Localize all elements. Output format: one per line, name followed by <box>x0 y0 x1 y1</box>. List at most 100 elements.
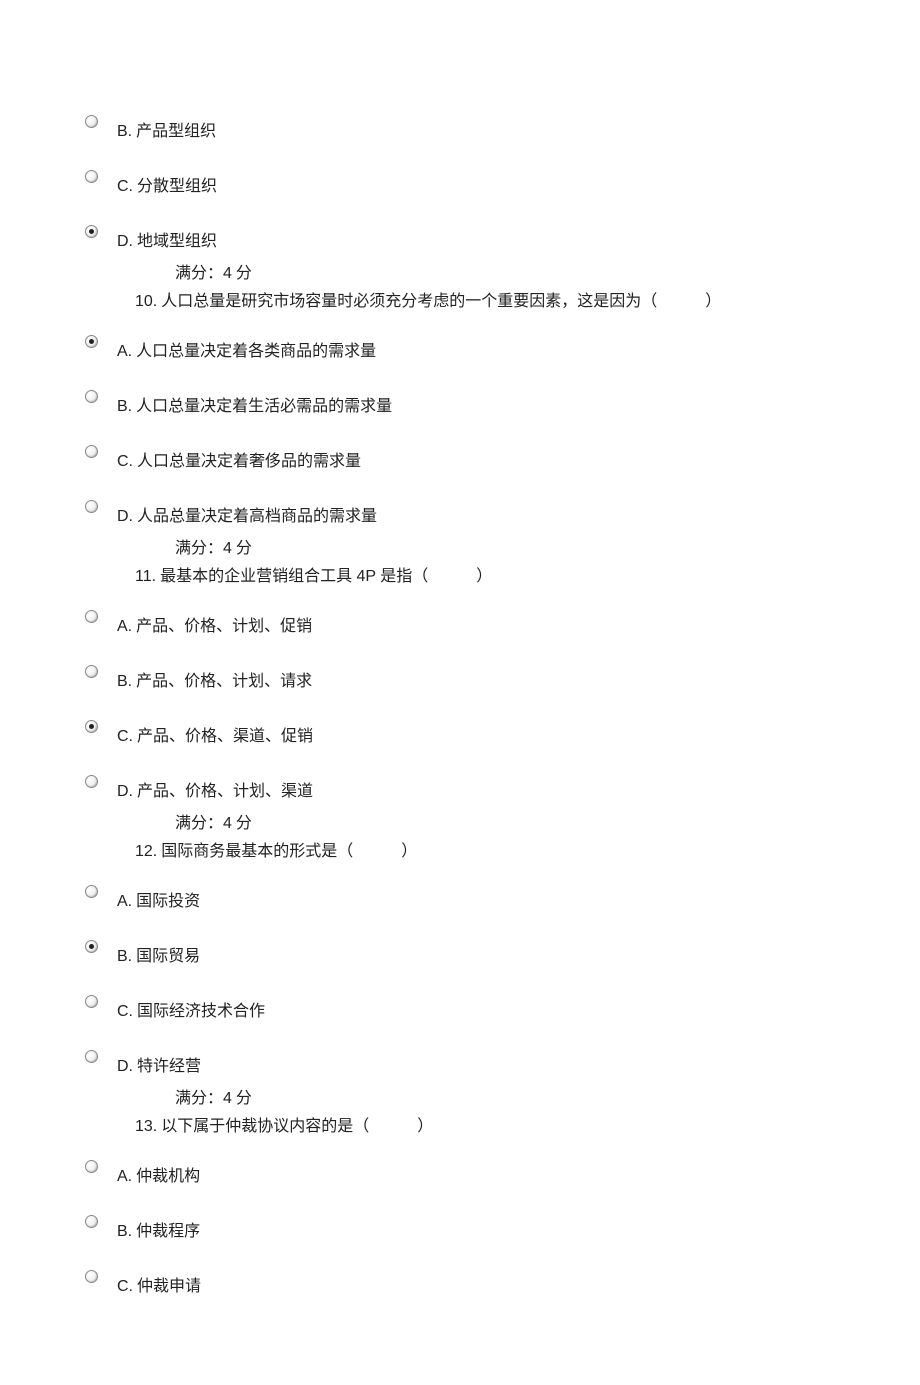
score-value: 4 <box>223 265 232 282</box>
radio-icon[interactable] <box>85 500 98 513</box>
score-line-q11: 满分：4分 <box>175 809 835 833</box>
radio-icon-selected[interactable] <box>85 940 98 953</box>
score-value: 4 <box>223 815 232 832</box>
radio-icon[interactable] <box>85 1050 98 1063</box>
option-label: 产品、价格、计划、促销 <box>136 618 312 635</box>
option-text: D.特许经营 <box>117 1050 201 1076</box>
option-text: D.产品、价格、计划、渠道 <box>117 775 313 801</box>
score-label: 满分： <box>175 1090 223 1107</box>
option-letter: B. <box>117 123 132 140</box>
radio-icon[interactable] <box>85 665 98 678</box>
radio-wrap <box>85 665 117 678</box>
option-text: B.产品型组织 <box>117 115 216 141</box>
option-letter: A. <box>117 1168 132 1185</box>
radio-icon[interactable] <box>85 775 98 788</box>
radio-wrap <box>85 775 117 788</box>
option-q12-C[interactable]: C.国际经济技术合作 <box>85 995 835 1021</box>
option-letter: C. <box>117 1278 133 1295</box>
question-13: 13.以下属于仲裁协议内容的是（ ） <box>135 1112 835 1136</box>
radio-icon[interactable] <box>85 995 98 1008</box>
score-unit: 分 <box>236 265 252 282</box>
option-label: 产品型组织 <box>136 123 216 140</box>
radio-icon-selected[interactable] <box>85 720 98 733</box>
radio-wrap <box>85 445 117 458</box>
option-q9-D[interactable]: D.地域型组织 <box>85 225 835 251</box>
radio-wrap <box>85 170 117 183</box>
option-label: 人口总量决定着各类商品的需求量 <box>136 343 376 360</box>
option-label: 产品、价格、渠道、促销 <box>137 728 313 745</box>
option-letter: B. <box>117 1223 132 1240</box>
option-letter: D. <box>117 783 133 800</box>
radio-icon[interactable] <box>85 1270 98 1283</box>
option-text: D.人品总量决定着高档商品的需求量 <box>117 500 377 526</box>
option-q12-A[interactable]: A.国际投资 <box>85 885 835 911</box>
radio-wrap <box>85 995 117 1008</box>
option-label: 产品、价格、计划、渠道 <box>137 783 313 800</box>
question-text: 人口总量是研究市场容量时必须充分考虑的一个重要因素，这是因为（ ） <box>161 293 721 310</box>
option-text: B.产品、价格、计划、请求 <box>117 665 312 691</box>
option-q10-D[interactable]: D.人品总量决定着高档商品的需求量 <box>85 500 835 526</box>
option-label: 仲裁机构 <box>136 1168 200 1185</box>
option-letter: C. <box>117 178 133 195</box>
option-letter: B. <box>117 398 132 415</box>
score-line-q12: 满分：4分 <box>175 1084 835 1108</box>
radio-wrap <box>85 610 117 623</box>
score-unit: 分 <box>236 1090 252 1107</box>
option-letter: B. <box>117 948 132 965</box>
option-text: C.国际经济技术合作 <box>117 995 265 1021</box>
option-q9-B[interactable]: B.产品型组织 <box>85 115 835 141</box>
option-letter: C. <box>117 1003 133 1020</box>
question-number: 10. <box>135 293 157 310</box>
option-q11-C[interactable]: C.产品、价格、渠道、促销 <box>85 720 835 746</box>
option-label: 国际投资 <box>136 893 200 910</box>
option-q10-C[interactable]: C.人口总量决定着奢侈品的需求量 <box>85 445 835 471</box>
option-label: 仲裁申请 <box>137 1278 201 1295</box>
radio-icon[interactable] <box>85 1215 98 1228</box>
question-number: 13. <box>135 1118 157 1135</box>
option-q9-C[interactable]: C.分散型组织 <box>85 170 835 196</box>
radio-wrap <box>85 225 117 238</box>
option-q11-D[interactable]: D.产品、价格、计划、渠道 <box>85 775 835 801</box>
option-q11-B[interactable]: B.产品、价格、计划、请求 <box>85 665 835 691</box>
option-letter: A. <box>117 618 132 635</box>
option-text: C.仲裁申请 <box>117 1270 201 1296</box>
option-q13-C[interactable]: C.仲裁申请 <box>85 1270 835 1296</box>
option-text: B.国际贸易 <box>117 940 200 966</box>
radio-wrap <box>85 1160 117 1173</box>
option-text: D.地域型组织 <box>117 225 217 251</box>
question-number: 11. <box>135 568 156 585</box>
radio-wrap <box>85 115 117 128</box>
option-letter: D. <box>117 508 133 525</box>
radio-icon[interactable] <box>85 170 98 183</box>
radio-icon[interactable] <box>85 1160 98 1173</box>
score-value: 4 <box>223 1090 232 1107</box>
radio-wrap <box>85 500 117 513</box>
radio-icon-selected[interactable] <box>85 225 98 238</box>
option-q13-B[interactable]: B.仲裁程序 <box>85 1215 835 1241</box>
option-letter: A. <box>117 343 132 360</box>
radio-wrap <box>85 720 117 733</box>
option-q12-B[interactable]: B.国际贸易 <box>85 940 835 966</box>
radio-icon[interactable] <box>85 885 98 898</box>
radio-icon[interactable] <box>85 445 98 458</box>
option-q10-B[interactable]: B.人口总量决定着生活必需品的需求量 <box>85 390 835 416</box>
radio-icon[interactable] <box>85 115 98 128</box>
radio-wrap <box>85 390 117 403</box>
score-value: 4 <box>223 540 232 557</box>
option-label: 人口总量决定着生活必需品的需求量 <box>136 398 392 415</box>
radio-icon[interactable] <box>85 610 98 623</box>
option-label: 地域型组织 <box>137 233 217 250</box>
option-q12-D[interactable]: D.特许经营 <box>85 1050 835 1076</box>
option-letter: D. <box>117 233 133 250</box>
option-text: B.仲裁程序 <box>117 1215 200 1241</box>
radio-icon[interactable] <box>85 390 98 403</box>
option-label: 分散型组织 <box>137 178 217 195</box>
option-q11-A[interactable]: A.产品、价格、计划、促销 <box>85 610 835 636</box>
radio-icon-selected[interactable] <box>85 335 98 348</box>
option-letter: D. <box>117 1058 133 1075</box>
option-text: B.人口总量决定着生活必需品的需求量 <box>117 390 392 416</box>
score-label: 满分： <box>175 265 223 282</box>
option-q13-A[interactable]: A.仲裁机构 <box>85 1160 835 1186</box>
option-q10-A[interactable]: A.人口总量决定着各类商品的需求量 <box>85 335 835 361</box>
option-label: 国际贸易 <box>136 948 200 965</box>
